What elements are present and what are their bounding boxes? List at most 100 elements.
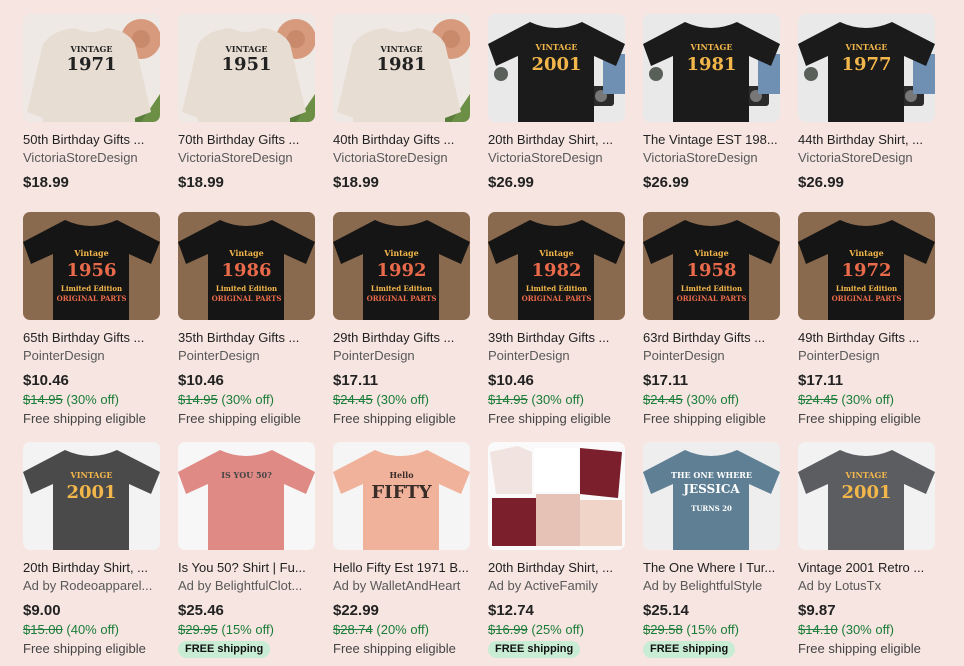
listing-title[interactable]: Hello Fifty Est 1971 B...	[333, 560, 470, 576]
shop-name: PointerDesign	[178, 348, 260, 363]
shirt-print-year: 2001	[66, 482, 117, 503]
listing-image[interactable]: Vintage 1958 Limited Edition ORIGINAL PARTS	[643, 212, 780, 320]
listing-image[interactable]: VINTAGE 2001	[488, 14, 625, 122]
listing-title[interactable]: 50th Birthday Gifts ...	[23, 132, 160, 148]
discount-percent: (30% off)	[376, 392, 429, 407]
shirt-print-subtext: TURNS 20	[691, 504, 732, 513]
shirt-print-text: VINTAGE	[70, 470, 113, 480]
original-price: $29.58	[643, 622, 683, 637]
listing-price: $9.00	[23, 602, 61, 619]
listing-title[interactable]: 29th Birthday Gifts ...	[333, 330, 470, 346]
listing-price: $10.46	[23, 372, 69, 389]
original-price: $15.00	[23, 622, 63, 637]
shop-name: VictoriaStoreDesign	[178, 150, 293, 165]
listing-image[interactable]: VINTAGE 1981	[333, 14, 470, 122]
listing-card[interactable]: VINTAGE 1981 The Vintage EST 198... Victori…	[643, 14, 780, 212]
listing-image[interactable]: Vintage 1986 Limited Edition ORIGINAL PARTS	[178, 212, 315, 320]
shirt-print-year: 2001	[531, 54, 582, 75]
listing-title[interactable]: The Vintage EST 198...	[643, 132, 780, 148]
shop-name: Ad by Rodeoapparel...	[23, 578, 153, 593]
discount-percent: (15% off)	[221, 622, 274, 637]
shirt-print-year: 1986	[221, 260, 272, 281]
listing-card[interactable]: VINTAGE 1971 50th Birthday Gifts ... Victor…	[23, 14, 160, 212]
shirt-print-subtext: Limited Edition	[370, 284, 433, 293]
listing-image[interactable]	[488, 442, 625, 550]
listing-image[interactable]: Vintage 1992 Limited Edition ORIGINAL PARTS	[333, 212, 470, 320]
listing-image[interactable]: VINTAGE 2001	[23, 442, 160, 550]
shop-name: VictoriaStoreDesign	[488, 150, 603, 165]
listing-card[interactable]: Vintage 1992 Limited Edition ORIGINAL PARTS…	[333, 212, 470, 442]
listing-image[interactable]: Vintage 1972 Limited Edition ORIGINAL PARTS	[798, 212, 935, 320]
listing-title[interactable]: Is You 50? Shirt | Fu...	[178, 560, 315, 576]
shirt-print-text: Vintage	[384, 248, 419, 258]
listing-card[interactable]: IS YOU 50? Is You 50? Shirt | Fu... Ad by …	[178, 442, 315, 664]
listing-title[interactable]: 44th Birthday Shirt, ...	[798, 132, 935, 148]
shirt-print-text: VINTAGE	[380, 44, 423, 54]
shipping-note: Free shipping eligible	[798, 411, 921, 426]
shop-name: VictoriaStoreDesign	[23, 150, 138, 165]
original-price: $24.45	[798, 392, 838, 407]
listing-title[interactable]: 20th Birthday Shirt, ...	[488, 132, 625, 148]
listing-card[interactable]: Hello FIFTY Hello Fifty Est 1971 B... Ad by…	[333, 442, 470, 664]
original-price: $14.95	[178, 392, 218, 407]
listing-image[interactable]: Vintage 1956 Limited Edition ORIGINAL PARTS	[23, 212, 160, 320]
listing-title[interactable]: 39th Birthday Gifts ...	[488, 330, 625, 346]
listing-title[interactable]: 70th Birthday Gifts ...	[178, 132, 315, 148]
listing-card[interactable]: Vintage 1982 Limited Edition ORIGINAL PARTS…	[488, 212, 625, 442]
listing-image[interactable]: VINTAGE 1981	[643, 14, 780, 122]
listing-image[interactable]: IS YOU 50?	[178, 442, 315, 550]
listing-title[interactable]: The One Where I Tur...	[643, 560, 780, 576]
shirt-print-subtext: ORIGINAL PARTS	[211, 294, 282, 303]
listing-title[interactable]: 20th Birthday Shirt, ...	[23, 560, 160, 576]
shirt-print-subtext: Limited Edition	[60, 284, 123, 293]
listing-image[interactable]: VINTAGE 2001	[798, 442, 935, 550]
listing-card[interactable]: VINTAGE 2001 Vintage 2001 Retro ... Ad by L…	[798, 442, 935, 664]
shop-name: VictoriaStoreDesign	[643, 150, 758, 165]
shirt-print-text: THE ONE WHERE	[671, 470, 752, 480]
listing-card[interactable]: VINTAGE 1981 40th Birthday Gifts ... Victor…	[333, 14, 470, 212]
shop-name: Ad by LotusTx	[798, 578, 882, 593]
shirt-print-year: 1992	[376, 260, 427, 281]
listing-card[interactable]: VINTAGE 1977 44th Birthday Shirt, ... Victo…	[798, 14, 935, 212]
listing-card[interactable]: THE ONE WHERE JESSICA TURNS 20 The One Wher…	[643, 442, 780, 664]
listing-title[interactable]: 49th Birthday Gifts ...	[798, 330, 935, 346]
listing-card[interactable]: VINTAGE 1951 70th Birthday Gifts ... Victor…	[178, 14, 315, 212]
listing-price: $22.99	[333, 602, 379, 619]
shirt-print-text: Hello	[389, 470, 414, 480]
shirt-print-year: 2001	[841, 482, 892, 503]
listing-title[interactable]: 35th Birthday Gifts ...	[178, 330, 315, 346]
listing-card[interactable]: Vintage 1956 Limited Edition ORIGINAL PARTS…	[23, 212, 160, 442]
listing-price: $9.87	[798, 602, 836, 619]
shirt-print-text: VINTAGE	[690, 42, 733, 52]
listing-card[interactable]: 20th Birthday Shirt, ... Ad by ActiveFami…	[488, 442, 625, 664]
listing-title[interactable]: 20th Birthday Shirt, ...	[488, 560, 625, 576]
listing-card[interactable]: Vintage 1958 Limited Edition ORIGINAL PARTS…	[643, 212, 780, 442]
listing-card[interactable]: Vintage 1986 Limited Edition ORIGINAL PARTS…	[178, 212, 315, 442]
listing-title[interactable]: Vintage 2001 Retro ...	[798, 560, 935, 576]
listing-image[interactable]: VINTAGE 1977	[798, 14, 935, 122]
listing-title[interactable]: 65th Birthday Gifts ...	[23, 330, 160, 346]
listing-card[interactable]: Vintage 1972 Limited Edition ORIGINAL PARTS…	[798, 212, 935, 442]
listing-price: $18.99	[23, 174, 69, 191]
original-price-row: $14.10 (30% off)	[798, 622, 935, 638]
listing-image[interactable]: Vintage 1982 Limited Edition ORIGINAL PARTS	[488, 212, 625, 320]
shirt-print-text: Vintage	[694, 248, 729, 258]
shirt-print-subtext: ORIGINAL PARTS	[831, 294, 902, 303]
listing-price: $17.11	[798, 372, 844, 389]
listing-image[interactable]: Hello FIFTY	[333, 442, 470, 550]
listing-image[interactable]: THE ONE WHERE JESSICA TURNS 20	[643, 442, 780, 550]
listing-image[interactable]: VINTAGE 1951	[178, 14, 315, 122]
listing-image[interactable]: VINTAGE 1971	[23, 14, 160, 122]
listing-card[interactable]: VINTAGE 2001 20th Birthday Shirt, ... Ad by…	[23, 442, 160, 664]
listing-price: $25.14	[643, 602, 689, 619]
discount-percent: (15% off)	[686, 622, 739, 637]
shirt-print-subtext: ORIGINAL PARTS	[521, 294, 592, 303]
listing-card[interactable]: VINTAGE 2001 20th Birthday Shirt, ... Victo…	[488, 14, 625, 212]
listing-title[interactable]: 40th Birthday Gifts ...	[333, 132, 470, 148]
discount-percent: (30% off)	[66, 392, 119, 407]
original-price: $14.10	[798, 622, 838, 637]
listing-title[interactable]: 63rd Birthday Gifts ...	[643, 330, 780, 346]
listing-price: $12.74	[488, 602, 534, 619]
original-price-row: $29.95 (15% off)	[178, 622, 315, 638]
shirt-print-year: 1981	[376, 54, 427, 75]
